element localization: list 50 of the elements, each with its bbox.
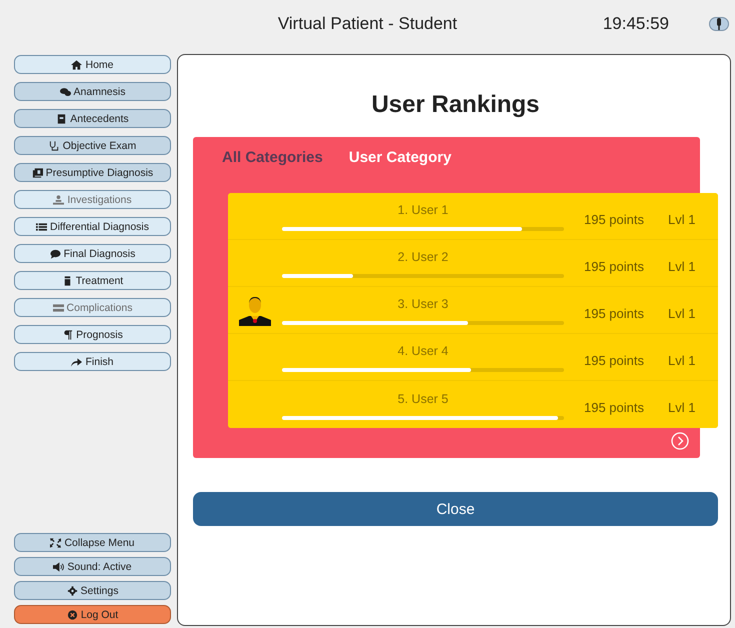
user-points: 195 points xyxy=(584,210,645,226)
microphone-icon xyxy=(715,18,723,30)
user-level: Lvl 1 xyxy=(668,304,696,320)
menu-button[interactable]: Final Diagnosis xyxy=(14,244,171,263)
menu-button[interactable]: Log Out xyxy=(14,605,171,624)
user-level: Lvl 1 xyxy=(668,352,696,368)
user-level: Lvl 1 xyxy=(668,258,696,274)
user-name: 2. User 2 xyxy=(398,250,448,264)
user-avatar-icon xyxy=(239,294,271,326)
home-icon xyxy=(71,60,82,70)
menu-button[interactable]: Anamnesis xyxy=(14,82,171,101)
rankings-title: User Rankings xyxy=(371,91,540,119)
menu-button[interactable]: Collapse Menu xyxy=(14,533,171,552)
user-points: 195 points xyxy=(584,399,645,415)
next-button[interactable] xyxy=(671,432,689,450)
user-name: 1. User 1 xyxy=(398,203,448,217)
copy-icon xyxy=(32,168,43,178)
menu-button[interactable]: Home xyxy=(14,55,171,74)
settings-icon xyxy=(66,586,78,596)
menu-button[interactable]: Differential Diagnosis xyxy=(14,217,171,236)
clock-time: 19:45:59 xyxy=(602,14,669,34)
menu-button[interactable]: Objective Exam xyxy=(14,136,171,155)
person-icon xyxy=(53,194,64,204)
user-points: 195 points xyxy=(584,258,645,274)
user-name: 4. User 4 xyxy=(398,344,448,358)
user-level: Lvl 1 xyxy=(668,210,696,226)
user-points: 195 points xyxy=(584,304,645,320)
bubble-icon xyxy=(50,248,61,258)
menu-button[interactable]: Antecedents xyxy=(14,109,171,128)
list-icon xyxy=(36,222,47,232)
menu-button[interactable]: Sound: Active xyxy=(14,557,171,576)
menu-button[interactable]: Settings xyxy=(14,581,171,600)
chat-icon xyxy=(60,86,71,96)
menu-button[interactable]: Finish xyxy=(14,352,171,371)
book-icon xyxy=(56,114,68,124)
speaker-icon xyxy=(53,562,64,572)
user-name: 5. User 5 xyxy=(398,392,448,406)
user-level: Lvl 1 xyxy=(668,399,696,415)
user-points: 195 points xyxy=(584,352,645,368)
share-icon xyxy=(71,356,82,366)
menu-button[interactable]: Presumptive Diagnosis xyxy=(14,163,171,182)
user-name: 3. User 3 xyxy=(398,297,448,311)
close-circle-icon xyxy=(66,610,78,620)
menu-button[interactable]: Treatment xyxy=(14,271,171,290)
window-title: Virtual Patient - Student xyxy=(278,14,458,34)
menu-button[interactable]: Prognosis xyxy=(14,325,171,344)
expand-icon xyxy=(50,538,62,548)
close-button[interactable]: Close xyxy=(193,492,718,526)
chevron-right-icon xyxy=(671,432,689,450)
microphone-button[interactable] xyxy=(709,17,729,31)
